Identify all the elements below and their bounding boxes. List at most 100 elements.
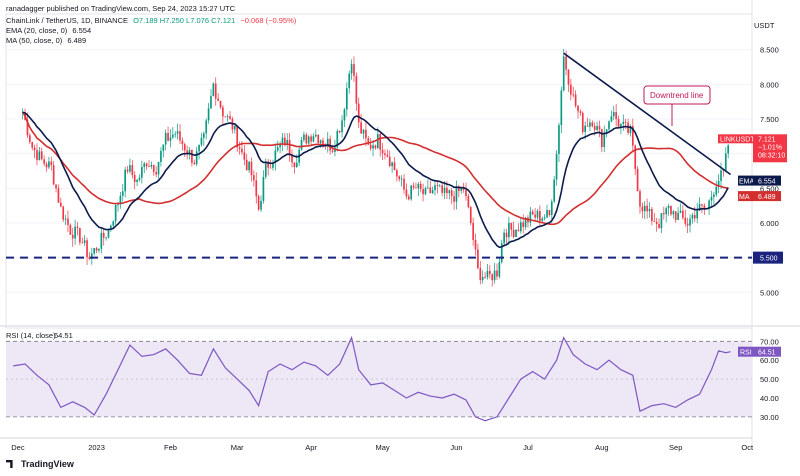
candle-body xyxy=(360,122,362,134)
candle-body xyxy=(560,90,563,126)
candle-body xyxy=(245,159,248,171)
x-tick-label: Aug xyxy=(595,443,608,452)
rsi-badge-tag-label: RSI xyxy=(740,350,752,357)
candle-body xyxy=(479,268,482,281)
candle-body xyxy=(436,185,439,187)
candle-body xyxy=(40,151,43,160)
candle-body xyxy=(372,145,374,149)
candle-body xyxy=(262,176,265,201)
candle-body xyxy=(388,156,391,167)
candle-body xyxy=(555,153,558,180)
candle-body xyxy=(365,129,367,139)
candle-body xyxy=(548,210,551,216)
candle-body xyxy=(157,161,160,175)
candle-body xyxy=(536,211,539,218)
candle-body xyxy=(570,84,572,95)
candle-body xyxy=(422,189,424,195)
candle-body xyxy=(253,175,255,181)
x-tick-label: Jul xyxy=(523,443,533,452)
candle-body xyxy=(250,161,253,176)
candle-body xyxy=(519,222,522,232)
candle-body xyxy=(639,191,641,207)
price-chart[interactable]: 8.5008.0007.5007.0006.5006.0005.5005.000… xyxy=(0,0,800,476)
tradingview-brand: TradingView xyxy=(6,459,74,469)
candle-body xyxy=(102,232,105,238)
candle-body xyxy=(219,100,222,108)
candle-body xyxy=(438,185,441,187)
candle-body xyxy=(160,150,162,162)
candle-body xyxy=(622,121,625,125)
candle-body xyxy=(238,147,241,149)
tradingview-brand-text: TradingView xyxy=(21,459,74,469)
candle-body xyxy=(405,189,408,197)
candle-body xyxy=(391,162,393,167)
candle-body xyxy=(453,196,455,202)
candle-body xyxy=(233,125,236,130)
candle-body xyxy=(646,205,648,212)
candle-body xyxy=(441,185,443,193)
candle-body xyxy=(605,129,608,133)
candle-body xyxy=(243,152,246,160)
candle-body xyxy=(202,133,205,138)
candle-body xyxy=(577,105,579,112)
candle-body xyxy=(398,176,401,180)
candle-body xyxy=(38,151,41,161)
x-tick-label: Apr xyxy=(305,443,317,452)
candle-body xyxy=(467,196,470,208)
candle-body xyxy=(286,139,289,144)
ema-badge-value: 6.554 xyxy=(758,179,776,186)
candle-body xyxy=(486,270,489,278)
candle-body xyxy=(643,205,646,212)
candle-body xyxy=(384,153,386,155)
candle-body xyxy=(465,189,467,197)
candle-body xyxy=(386,154,389,157)
candle-body xyxy=(291,155,293,163)
candle-body xyxy=(546,210,548,218)
candle-body xyxy=(98,248,100,251)
candle-body xyxy=(57,188,60,203)
x-tick-label: Oct xyxy=(741,443,754,452)
candle-body xyxy=(43,159,45,164)
candle-body xyxy=(62,206,65,220)
candle-body xyxy=(641,206,644,212)
ema-20-line xyxy=(22,111,729,249)
candle-body xyxy=(241,148,243,153)
candle-body xyxy=(205,120,208,134)
candle-body xyxy=(348,73,351,89)
candle-body xyxy=(562,56,565,91)
candle-body xyxy=(198,144,200,152)
candle-body xyxy=(450,190,453,197)
candle-body xyxy=(95,248,98,251)
rsi-badge-value: 64.51 xyxy=(758,350,776,357)
price-tick-label: 6.000 xyxy=(760,219,779,228)
candle-body xyxy=(610,116,613,122)
candle-body xyxy=(52,165,55,185)
candle-body xyxy=(419,183,422,190)
candle-body xyxy=(355,75,358,104)
candle-body xyxy=(393,162,396,171)
candle-body xyxy=(417,183,420,189)
candle-body xyxy=(689,218,691,226)
downtrend-line xyxy=(563,52,732,176)
candle-body xyxy=(162,144,165,151)
candle-body xyxy=(217,98,219,101)
candle-body xyxy=(427,187,429,189)
candle-body xyxy=(512,229,515,237)
candle-body xyxy=(477,249,479,269)
x-tick-label: Sep xyxy=(669,443,682,452)
candle-body xyxy=(488,270,491,275)
x-tick-label: Dec xyxy=(11,443,25,452)
candle-body xyxy=(469,207,472,223)
candle-body xyxy=(508,222,510,238)
candle-body xyxy=(653,221,656,222)
x-tick-label: Jun xyxy=(450,443,462,452)
rsi-pane: 70.0060.0050.0040.0030.00RSI 64.51RSI (14… xyxy=(6,331,781,422)
candle-body xyxy=(195,151,198,165)
candle-body xyxy=(210,96,212,109)
candle-body xyxy=(593,126,596,130)
candle-body xyxy=(193,162,196,165)
candle-body xyxy=(400,178,403,180)
candle-body xyxy=(264,161,267,177)
candle-body xyxy=(31,141,34,148)
candle-body xyxy=(345,88,348,110)
